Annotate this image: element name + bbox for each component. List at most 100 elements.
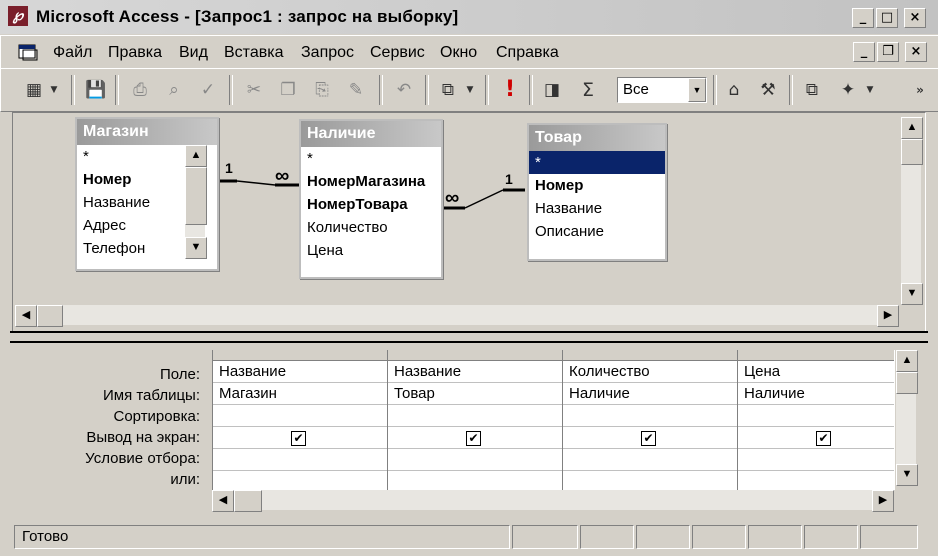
field-item[interactable]: Количество — [301, 216, 441, 239]
doc-restore-button[interactable]: ❐ — [877, 42, 899, 62]
grid-cell-criteria[interactable] — [738, 449, 894, 471]
field-item[interactable]: * — [301, 147, 441, 170]
menu-query[interactable]: Запрос — [301, 44, 354, 62]
grid-cell-criteria[interactable] — [388, 449, 562, 471]
menu-file[interactable]: Файл — [53, 44, 92, 62]
query-type-icon[interactable]: ⧉ — [435, 77, 461, 103]
table-title[interactable]: Товар — [529, 125, 665, 151]
table-window-magazin[interactable]: Магазин * Номер Название Адрес Телефон ▲… — [75, 117, 219, 271]
grid-cell-field[interactable]: Название — [213, 361, 387, 383]
format-painter-icon[interactable]: ✎ — [343, 77, 369, 103]
chevron-down-icon[interactable]: ▼ — [688, 78, 706, 102]
show-table-icon[interactable]: ◨ — [539, 77, 565, 103]
save-icon[interactable]: 💾 — [83, 77, 109, 103]
menu-tools[interactable]: Сервис — [370, 44, 425, 62]
menu-view[interactable]: Вид — [179, 44, 208, 62]
show-checkbox[interactable]: ✔ — [641, 431, 656, 446]
properties-icon[interactable]: ⌂ — [721, 77, 747, 103]
column-selector[interactable] — [738, 350, 894, 361]
scroll-up-icon[interactable]: ▲ — [901, 117, 923, 139]
grid-cell-criteria[interactable] — [213, 449, 387, 471]
field-item[interactable]: НомерТовара — [301, 193, 441, 216]
paste-icon[interactable]: ⎘ — [309, 77, 335, 103]
chevron-down-icon[interactable]: ▼ — [47, 77, 61, 103]
chevron-down-icon[interactable]: ▼ — [463, 77, 477, 103]
run-icon[interactable]: ! — [497, 77, 523, 103]
document-icon[interactable] — [17, 42, 39, 62]
field-item[interactable]: * — [529, 151, 665, 174]
scroll-right-icon[interactable]: ▶ — [877, 305, 899, 327]
scroll-thumb[interactable] — [185, 167, 207, 225]
grid-cell-field[interactable]: Цена — [738, 361, 894, 383]
scroll-thumb[interactable] — [901, 139, 923, 165]
grid-cell-field[interactable]: Название — [388, 361, 562, 383]
field-item[interactable]: Название — [529, 197, 665, 220]
doc-close-button[interactable]: × — [905, 42, 927, 62]
grid-cell-table[interactable]: Наличие — [738, 383, 894, 405]
undo-icon[interactable]: ↶ — [391, 77, 417, 103]
diagram-horizontal-scrollbar[interactable]: ◀ ▶ — [15, 305, 899, 327]
scroll-down-icon[interactable]: ▼ — [185, 237, 207, 259]
grid-cell-table[interactable]: Товар — [388, 383, 562, 405]
show-checkbox[interactable]: ✔ — [466, 431, 481, 446]
field-item[interactable]: Номер — [529, 174, 665, 197]
grid-horizontal-scrollbar[interactable]: ◀ ▶ — [212, 490, 894, 512]
table-window-nalichie[interactable]: Наличие * НомерМагазина НомерТовара Коли… — [299, 119, 443, 279]
grid-cell-sort[interactable] — [388, 405, 562, 427]
print-icon[interactable]: ⎙ — [127, 77, 153, 103]
maximize-button[interactable]: □ — [876, 8, 898, 28]
close-button[interactable]: × — [904, 8, 926, 28]
scroll-left-icon[interactable]: ◀ — [212, 490, 234, 512]
grid-cell-sort[interactable] — [213, 405, 387, 427]
chevron-down-icon[interactable]: ▼ — [863, 77, 877, 103]
show-checkbox[interactable]: ✔ — [816, 431, 831, 446]
show-checkbox[interactable]: ✔ — [291, 431, 306, 446]
pane-splitter[interactable] — [10, 331, 928, 343]
build-icon[interactable]: ⚒ — [755, 77, 781, 103]
scroll-left-icon[interactable]: ◀ — [15, 305, 37, 327]
grid-cell-field[interactable]: Количество — [563, 361, 737, 383]
table-scrollbar[interactable]: ▲ ▼ — [185, 145, 207, 259]
table-window-tovar[interactable]: Товар * Номер Название Описание — [527, 123, 667, 261]
field-item[interactable]: НомерМагазина — [301, 170, 441, 193]
database-window-icon[interactable]: ⧉ — [799, 77, 825, 103]
scroll-thumb[interactable] — [37, 305, 63, 327]
grid-vertical-scrollbar[interactable]: ▲ ▼ — [896, 350, 918, 486]
table-title[interactable]: Магазин — [77, 119, 217, 145]
field-item[interactable]: Цена — [301, 239, 441, 262]
scroll-right-icon[interactable]: ▶ — [872, 490, 894, 512]
grid-cell-criteria[interactable] — [563, 449, 737, 471]
minimize-button[interactable]: _ — [852, 8, 874, 28]
menu-insert[interactable]: Вставка — [224, 44, 283, 62]
cut-icon[interactable]: ✂ — [241, 77, 267, 103]
access-icon[interactable]: ℘ — [8, 6, 28, 26]
query-type-select[interactable]: Все ▼ — [617, 77, 707, 103]
scroll-down-icon[interactable]: ▼ — [901, 283, 923, 305]
scroll-thumb[interactable] — [234, 490, 262, 512]
grid-cell-table[interactable]: Магазин — [213, 383, 387, 405]
preview-icon[interactable]: ⌕ — [161, 77, 187, 103]
menu-window[interactable]: Окно — [440, 44, 477, 62]
new-object-icon[interactable]: ✦ — [835, 77, 861, 103]
totals-icon[interactable]: Σ — [575, 77, 601, 103]
grid-cell-sort[interactable] — [563, 405, 737, 427]
column-selector[interactable] — [388, 350, 562, 361]
column-selector[interactable] — [563, 350, 737, 361]
diagram-vertical-scrollbar[interactable]: ▲ ▼ — [901, 117, 923, 305]
grid-cell-sort[interactable] — [738, 405, 894, 427]
scroll-down-icon[interactable]: ▼ — [896, 464, 918, 486]
spell-icon[interactable]: ✓ — [195, 77, 221, 103]
scroll-up-icon[interactable]: ▲ — [896, 350, 918, 372]
grid-cell-table[interactable]: Наличие — [563, 383, 737, 405]
field-item[interactable]: * — [77, 145, 183, 168]
scroll-thumb[interactable] — [896, 372, 918, 394]
scroll-up-icon[interactable]: ▲ — [185, 145, 207, 167]
menu-edit[interactable]: Правка — [108, 44, 162, 62]
view-icon[interactable]: ▦ — [21, 77, 47, 103]
copy-icon[interactable]: ❐ — [275, 77, 301, 103]
column-selector[interactable] — [213, 350, 387, 361]
more-icon[interactable]: » — [911, 77, 929, 103]
field-item[interactable]: Описание — [529, 220, 665, 243]
doc-minimize-button[interactable]: _ — [853, 42, 875, 62]
menu-help[interactable]: Справка — [496, 44, 559, 62]
